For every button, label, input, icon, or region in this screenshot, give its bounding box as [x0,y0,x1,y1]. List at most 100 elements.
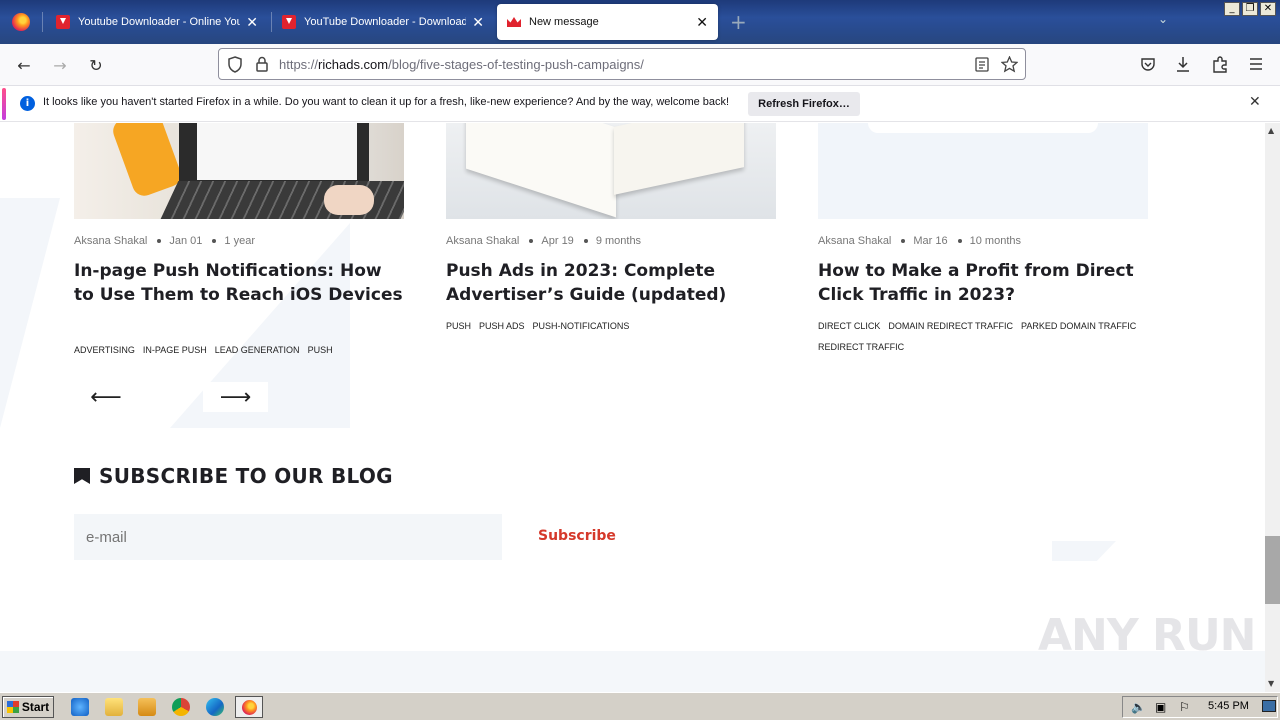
edge-icon[interactable] [206,698,224,716]
tag-link[interactable]: push [446,321,471,331]
system-tray: 🔈 ▣ ⚐ [1122,696,1278,718]
email-field[interactable] [74,514,502,560]
tab-title: YouTube Downloader - Download Y [304,16,467,28]
windows-taskbar: Start 🔈 ▣ ⚐ 5:45 PM [0,692,1280,720]
post-thumbnail-book[interactable] [446,123,776,219]
tag-link[interactable]: parked domain traffic [1021,321,1136,331]
post-title[interactable]: How to Make a Profit from Direct Click T… [818,259,1148,307]
subscribe-button[interactable]: Subscribe [538,528,616,544]
pocket-icon[interactable] [1140,57,1156,72]
tab-strip: Youtube Downloader - Online Youtu ✕ YouT… [0,0,1280,44]
scrollbar-thumb[interactable] [1265,536,1280,604]
close-tab-icon[interactable]: ✕ [246,14,258,31]
tab-youtube-downloader-online[interactable]: Youtube Downloader - Online Youtu ✕ [46,4,268,40]
blog-post-card[interactable]: Aksana Shakal Jan 01 1 year In-page Push N… [74,123,404,355]
close-tab-icon[interactable]: ✕ [696,14,708,31]
post-tags: push push ads push-notifications [446,316,786,337]
thumbnail-laptop-screen [179,123,369,188]
bookmark-star-icon[interactable] [1001,56,1018,73]
background-shape [0,198,60,428]
minimize-button[interactable]: _ [1224,2,1240,16]
notification-message: It looks like you haven't started Firefo… [43,96,730,108]
network-icon[interactable]: ▣ [1155,700,1166,714]
post-author: Aksana Shakal [446,235,520,247]
post-author: Aksana Shakal [818,235,892,247]
tag-link[interactable]: advertising [74,345,135,355]
close-window-button[interactable]: ✕ [1260,2,1276,16]
list-all-tabs-chevron-icon[interactable]: ⌄ [1158,12,1168,26]
forward-arrow-icon[interactable]: → [48,53,72,77]
reload-icon[interactable]: ↻ [84,53,108,77]
tag-link[interactable]: push ads [479,321,525,331]
refresh-firefox-button[interactable]: Refresh Firefox… [748,92,860,116]
windows-logo-icon [6,701,19,713]
lock-icon[interactable] [255,56,269,72]
tag-link[interactable]: push-notifications [533,321,630,331]
youtube-downloader-icon [56,15,70,29]
tag-link[interactable]: domain redirect traffic [888,321,1013,331]
clock: 5:45 PM [1208,700,1249,712]
tab-new-message[interactable]: New message ✕ [497,4,718,40]
scroll-down-arrow-icon[interactable]: ▼ [1268,679,1274,688]
folder-icon[interactable] [105,698,123,716]
media-player-icon[interactable] [138,698,156,716]
carousel-prev-arrow-icon[interactable]: ⟵ [80,382,132,412]
thumbnail-book-left-page [466,123,616,218]
extensions-puzzle-icon[interactable] [1212,56,1228,73]
tab-title: Youtube Downloader - Online Youtu [78,16,241,28]
internet-explorer-icon[interactable] [71,698,89,716]
tag-link[interactable]: direct click [818,321,880,331]
chrome-icon[interactable] [172,698,190,716]
tag-link[interactable]: in-page push [143,345,207,355]
blog-post-card[interactable]: Aksana Shakal Mar 16 10 months How to Make… [818,123,1148,352]
post-meta: Aksana Shakal Apr 19 9 months [446,235,641,247]
post-thumbnail-abstract[interactable] [818,123,1148,219]
close-notification-icon[interactable]: ✕ [1249,94,1261,110]
thumbnail-hand-shape [109,123,185,200]
thumbnail-book-right-page [614,123,744,195]
flag-icon[interactable]: ⚐ [1179,700,1190,714]
url-text[interactable]: https://richads.com/blog/five-stages-of-… [279,57,644,72]
back-arrow-icon[interactable]: ← [12,53,36,77]
post-age: 1 year [224,235,255,247]
subscribe-heading-text: SUBSCRIBE TO OUR BLOG [99,464,393,488]
post-title[interactable]: In-page Push Notifications: How to Use T… [74,259,404,307]
post-thumbnail-laptop[interactable] [74,123,404,219]
tag-link[interactable]: lead generation [215,345,300,355]
carousel-next-arrow-icon[interactable]: ⟶ [203,382,268,412]
downloads-icon[interactable] [1175,56,1191,73]
tag-link[interactable]: redirect traffic [818,342,904,352]
post-title[interactable]: Push Ads in 2023: Complete Advertiser’s … [446,259,776,307]
hamburger-menu-icon[interactable] [1249,57,1263,71]
firefox-taskbar-button[interactable] [235,696,263,718]
thumbnail-hand [324,185,374,215]
post-meta: Aksana Shakal Mar 16 10 months [818,235,1021,247]
restore-button[interactable]: ❐ [1242,2,1258,16]
new-tab-plus-icon[interactable]: + [730,10,747,34]
post-tags: direct click domain redirect traffic parke… [818,316,1158,358]
volume-icon[interactable]: 🔈 [1131,700,1146,714]
start-button[interactable]: Start [2,696,54,718]
background-shape [1052,541,1116,561]
tag-link[interactable]: push [308,345,333,355]
blog-post-card[interactable]: Aksana Shakal Apr 19 9 months Push Ads in … [446,123,776,331]
vertical-scrollbar[interactable]: ▲ ▼ [1265,123,1280,692]
firefox-icon [12,13,30,31]
subscribe-heading: SUBSCRIBE TO OUR BLOG [74,464,393,488]
reader-view-icon[interactable] [975,57,989,72]
post-age: 9 months [595,235,642,247]
url-bar[interactable]: https://richads.com/blog/five-stages-of-… [218,48,1026,80]
show-desktop-icon[interactable] [1262,700,1276,712]
post-age: 10 months [969,235,1022,247]
start-label: Start [21,700,50,714]
bookmark-icon [74,468,90,484]
navigation-toolbar: ← → ↻ https://richads.com/blog/five-stag… [0,44,1280,86]
shield-icon[interactable] [227,56,243,73]
download-icon [282,15,296,29]
richads-crown-icon [507,15,521,29]
post-tags: advertising in-page push lead generation pu… [74,340,414,361]
firefox-menu-tab[interactable] [0,0,42,44]
close-tab-icon[interactable]: ✕ [472,14,484,31]
scroll-up-arrow-icon[interactable]: ▲ [1268,126,1274,135]
tab-youtube-downloader-download[interactable]: YouTube Downloader - Download Y ✕ [272,4,494,40]
